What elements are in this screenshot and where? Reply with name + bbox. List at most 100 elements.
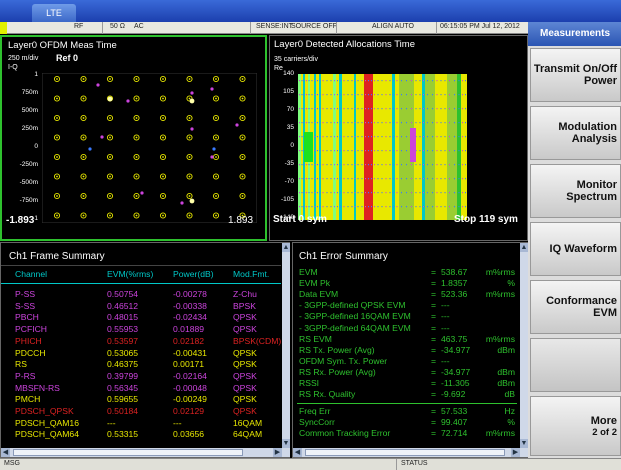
scroll-thumb[interactable] bbox=[305, 449, 505, 456]
allocation-tick bbox=[381, 108, 383, 110]
scroll-up-icon[interactable]: ▲ bbox=[282, 243, 290, 252]
scroll-left-icon[interactable]: ◀ bbox=[1, 448, 10, 457]
frame-summary-pane[interactable]: Ch1 Frame Summary Channel EVM(%rms) Powe… bbox=[0, 242, 290, 458]
more-button[interactable]: More 2 of 2 bbox=[530, 396, 621, 456]
allocation-tick bbox=[371, 94, 372, 96]
constellation-point-center bbox=[82, 175, 85, 178]
allocation-tick bbox=[389, 94, 391, 96]
constellation-point-center bbox=[82, 78, 85, 80]
iq-waveform-button[interactable]: IQ Waveform bbox=[530, 222, 621, 276]
cell-evm: --- bbox=[107, 417, 116, 428]
constellation-point-center bbox=[162, 117, 164, 119]
allocation-tick bbox=[423, 122, 424, 124]
datetime-label: 06:15:05 PM Jul 12, 2012 bbox=[440, 23, 520, 30]
allocation-column bbox=[346, 74, 350, 220]
constellation-point-center bbox=[56, 156, 58, 158]
monitor-spectrum-button[interactable]: Monitor Spectrum bbox=[530, 164, 621, 218]
scroll-thumb[interactable] bbox=[13, 449, 243, 456]
scroll-right-icon[interactable]: ▶ bbox=[511, 448, 520, 457]
allocation-tick bbox=[440, 192, 442, 194]
impedance-label: 50 Ω bbox=[110, 23, 125, 30]
scroll-down-icon[interactable]: ▼ bbox=[282, 439, 290, 448]
table-row: Data EVM = 523.36 m%rms bbox=[293, 289, 519, 300]
vertical-scrollbar[interactable]: ▲ ▼ bbox=[282, 243, 290, 448]
transmit-on-off-power-button[interactable]: Transmit On/Off Power bbox=[530, 48, 621, 102]
allocation-tick bbox=[381, 136, 383, 138]
allocation-tick bbox=[396, 108, 398, 110]
error-summary-pane[interactable]: Ch1 Error Summary EVM = 538.67 m%rms EVM Pk =… bbox=[292, 242, 528, 458]
x-start-label: Start 0 sym bbox=[273, 214, 327, 225]
allocation-tick bbox=[330, 192, 332, 194]
constellation-point-center bbox=[109, 136, 111, 139]
allocation-tick bbox=[381, 178, 383, 180]
cell-pwr: --- bbox=[173, 417, 182, 428]
table-row: PMCH 0.59655 -0.00249 QPSK bbox=[1, 394, 281, 405]
cell-mod: QPSK bbox=[233, 370, 257, 381]
allocation-column bbox=[388, 74, 392, 220]
modulation-analysis-button[interactable]: Modulation Analysis bbox=[530, 106, 621, 160]
allocation-column bbox=[356, 74, 360, 220]
allocation-tick bbox=[423, 164, 424, 166]
detected-allocations-pane[interactable]: Layer0 Detected Allocations Time 35 carr… bbox=[269, 35, 528, 241]
allocation-tick bbox=[303, 122, 305, 124]
allocation-column bbox=[376, 74, 380, 220]
mode-tab-lte[interactable]: LTE bbox=[32, 4, 76, 22]
cell-mod: BPSK bbox=[233, 300, 256, 311]
error-value: --- bbox=[441, 322, 450, 333]
allocation-column bbox=[301, 74, 303, 220]
table-row: RS Tx. Power (Avg) = -34.977 dBm bbox=[293, 345, 519, 356]
allocation-tick bbox=[374, 108, 375, 110]
allocation-tick bbox=[389, 206, 391, 208]
constellation-point-center bbox=[82, 156, 85, 158]
allocation-tick bbox=[415, 80, 417, 82]
ofdm-meas-time-pane[interactable]: Layer0 OFDM Meas Time 250 m/div Ref 0 I-… bbox=[0, 35, 267, 241]
allocation-tick bbox=[361, 164, 363, 166]
allocation-tick bbox=[368, 206, 369, 208]
cell-pwr: 0.00171 bbox=[173, 359, 205, 370]
y-axis-ticks: 1 750m 500m 250m 0 -250m -500m -750m -1 bbox=[16, 71, 38, 231]
conformance-evm-button[interactable]: Conformance EVM bbox=[530, 280, 621, 334]
allocation-column bbox=[404, 74, 409, 220]
allocation-tick bbox=[361, 136, 363, 138]
allocation-column bbox=[399, 74, 404, 220]
allocation-tick bbox=[371, 192, 372, 194]
vertical-scrollbar[interactable]: ▲ ▼ bbox=[520, 243, 528, 448]
table-row: PDSCH_QAM16 --- --- 16QAM bbox=[1, 418, 281, 429]
allocation-tick bbox=[377, 94, 379, 96]
equals-sign: = bbox=[431, 344, 437, 355]
scroll-left-icon[interactable]: ◀ bbox=[293, 448, 302, 457]
allocation-tick bbox=[371, 122, 372, 124]
error-label: SyncCorr bbox=[299, 417, 335, 428]
allocation-column bbox=[457, 74, 461, 220]
allocation-tick bbox=[357, 206, 359, 208]
scroll-right-icon[interactable]: ▶ bbox=[273, 448, 282, 457]
allocation-tick bbox=[385, 206, 387, 208]
allocation-tick bbox=[444, 108, 446, 110]
allocation-tick bbox=[299, 150, 300, 152]
cell-ch: RS bbox=[15, 359, 27, 370]
allocation-tick bbox=[311, 192, 313, 194]
allocation-column bbox=[370, 74, 373, 220]
y-tick: 750m bbox=[21, 89, 38, 96]
allocation-tick bbox=[347, 122, 349, 124]
allocation-column bbox=[384, 74, 388, 220]
error-label: - 3GPP-defined 16QAM EVM bbox=[299, 311, 411, 322]
error-label: RS Rx. Power (Avg) bbox=[299, 366, 376, 377]
horizontal-scrollbar[interactable]: ◀ ▶ bbox=[293, 448, 528, 457]
allocation-tick bbox=[401, 122, 402, 124]
allocation-tick bbox=[401, 150, 402, 152]
allocation-tick bbox=[377, 192, 379, 194]
allocation-tick bbox=[330, 136, 332, 138]
horizontal-scrollbar[interactable]: ◀ ▶ bbox=[1, 448, 290, 457]
allocation-tick bbox=[311, 94, 313, 96]
allocation-tick bbox=[368, 150, 369, 152]
allocation-tick bbox=[299, 206, 300, 208]
scroll-down-icon[interactable]: ▼ bbox=[520, 439, 528, 448]
allocation-tick bbox=[462, 192, 463, 194]
error-label: EVM Pk bbox=[299, 278, 331, 289]
scroll-up-icon[interactable]: ▲ bbox=[520, 243, 528, 252]
blank-softkey[interactable] bbox=[530, 338, 621, 392]
constellation-point-center bbox=[82, 136, 85, 139]
equals-sign: = bbox=[431, 267, 437, 277]
allocation-tick bbox=[371, 150, 372, 152]
